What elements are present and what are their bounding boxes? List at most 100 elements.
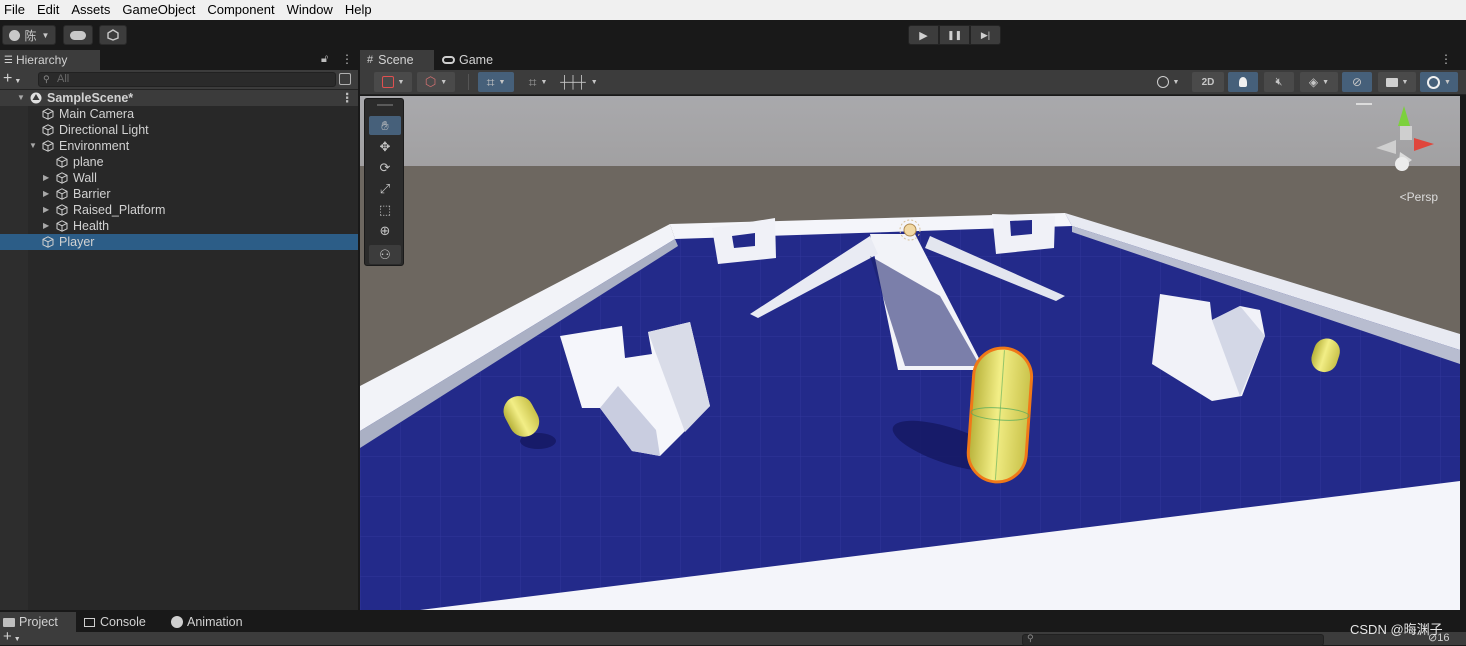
add-button[interactable]: + ▼: [3, 628, 21, 645]
tab-animation[interactable]: Animation: [171, 612, 261, 632]
gizmos-dropdown[interactable]: ▼: [1420, 72, 1458, 92]
hierarchy-item-label: Raised_Platform: [73, 203, 166, 217]
tool-palette: ✋︎ ✥ ⟳ ⤢ ⬚ ⊕ ⚇: [364, 98, 404, 266]
hierarchy-search-input[interactable]: ⚲ All: [38, 72, 336, 87]
scene-viewport[interactable]: <Persp ✋︎ ✥ ⟳ ⤢ ⬚ ⊕ ⚇: [360, 96, 1460, 610]
hierarchy-item[interactable]: ▼ Environment: [0, 138, 358, 154]
expand-right-icon[interactable]: ▶: [43, 218, 49, 234]
custom-tool[interactable]: ⚇: [369, 245, 401, 264]
pause-button[interactable]: ❚❚: [939, 25, 970, 45]
play-button[interactable]: ▶: [908, 25, 939, 45]
tab-scene[interactable]: # Scene: [360, 50, 434, 70]
tab-game[interactable]: Game: [442, 50, 502, 70]
step-button[interactable]: ▶|: [970, 25, 1001, 45]
chevron-down-icon: ▼: [397, 78, 405, 86]
persp-label[interactable]: <Persp: [1400, 190, 1438, 204]
cloud-button[interactable]: [63, 25, 93, 45]
scene-search-toggle-icon[interactable]: [339, 73, 351, 85]
camera-dropdown[interactable]: ▼: [1378, 72, 1416, 92]
hierarchy-item[interactable]: Player: [0, 234, 358, 250]
menu-item-window[interactable]: Window: [282, 0, 340, 20]
hierarchy-item[interactable]: ▶ Wall: [0, 170, 358, 186]
scene-visibility-toggle[interactable]: ⊘: [1342, 72, 1372, 92]
chevron-down-icon: ▼: [440, 78, 448, 86]
folder-icon: [3, 617, 15, 627]
chevron-down-icon: ▼: [540, 78, 548, 86]
hierarchy-item[interactable]: plane: [0, 154, 358, 170]
hierarchy-item-label: Wall: [73, 171, 97, 185]
hierarchy-toolbar: + ▼ ⚲ All: [0, 70, 358, 90]
hierarchy-item[interactable]: ▶ Health: [0, 218, 358, 234]
menu-item-assets[interactable]: Assets: [66, 0, 117, 20]
hierarchy-item-label: Barrier: [73, 187, 111, 201]
gameobject-cube-icon: [56, 172, 68, 184]
hierarchy-item-label: SampleScene*: [47, 91, 134, 105]
hand-tool[interactable]: ✋︎: [369, 116, 401, 135]
collab-button[interactable]: [99, 25, 127, 45]
gamepad-icon: [442, 56, 455, 64]
ruler-dropdown[interactable]: ┼┼┼ ▼: [560, 72, 598, 92]
kebab-menu-icon[interactable]: ⋮: [1440, 52, 1452, 66]
menu-item-gameobject[interactable]: GameObject: [117, 0, 202, 20]
grid-snap-toggle[interactable]: ⌗ ▼: [478, 72, 514, 92]
gameobject-cube-icon: [42, 236, 54, 248]
shading-dropdown[interactable]: ⬡ ▼: [417, 72, 455, 92]
add-label: +: [3, 70, 13, 87]
expand-down-icon[interactable]: ▼: [29, 138, 37, 154]
tab-hierarchy[interactable]: ☰ Hierarchy: [0, 50, 100, 70]
increment-snap-dropdown[interactable]: ⌗ ▼: [520, 72, 556, 92]
palette-handle-icon[interactable]: [377, 104, 393, 106]
kebab-menu-icon[interactable]: ⋮: [341, 52, 353, 66]
add-button[interactable]: + ▼: [3, 70, 21, 91]
animation-icon: [171, 616, 183, 628]
gameobject-cube-icon: [56, 188, 68, 200]
expand-right-icon[interactable]: ▶: [43, 186, 49, 202]
audio-toggle[interactable]: 🔇︎: [1264, 72, 1294, 92]
expand-down-icon[interactable]: ▼: [17, 90, 25, 106]
hierarchy-item[interactable]: Main Camera: [0, 106, 358, 122]
expand-right-icon[interactable]: ▶: [43, 170, 49, 186]
scene-row[interactable]: ▼ SampleScene* ⋮: [0, 90, 358, 106]
menu-item-file[interactable]: File: [0, 0, 32, 20]
tab-game-label: Game: [459, 53, 494, 67]
transform-tool[interactable]: ⊕: [369, 221, 401, 240]
search-placeholder: All: [57, 73, 70, 85]
gameobject-cube-icon: [42, 108, 54, 120]
rect-tool[interactable]: ⬚: [369, 200, 401, 219]
move-tool[interactable]: ✥: [369, 137, 401, 156]
menu-item-help[interactable]: Help: [340, 0, 379, 20]
hierarchy-item[interactable]: ▶ Raised_Platform: [0, 202, 358, 218]
chevron-down-icon: ▼: [41, 30, 50, 40]
draw-mode-dropdown[interactable]: ▼: [374, 72, 412, 92]
hierarchy-item-label: Environment: [59, 139, 130, 153]
lock-icon[interactable]: 🔓︎: [321, 53, 328, 66]
globe-icon: [1427, 75, 1441, 89]
effects-dropdown[interactable]: ◈ ▼: [1300, 72, 1338, 92]
rotate-tool[interactable]: ⟳: [369, 158, 401, 177]
menu-item-component[interactable]: Component: [202, 0, 281, 20]
scene-toolbar: ▼ ⬡ ▼ ⌗ ▼ ⌗ ▼ ┼┼┼ ▼ ▼ 2D 🔇︎ ◈ ▼ ⊘ ▼ ▼: [360, 70, 1466, 95]
scene-kebab-menu-icon[interactable]: ⋮: [341, 90, 354, 106]
hierarchy-item[interactable]: ▶ Barrier: [0, 186, 358, 202]
project-search-input[interactable]: ⚲: [1022, 633, 1324, 646]
account-button[interactable]: 陈 ▼: [2, 25, 56, 45]
hierarchy-item-label: Health: [73, 219, 110, 233]
toggle-2d-button[interactable]: 2D: [1192, 72, 1224, 92]
account-label: 陈: [24, 28, 37, 43]
gameobject-cube-icon: [42, 140, 54, 152]
custom-tool-icon: ⚇: [379, 246, 391, 262]
menu-item-edit[interactable]: Edit: [32, 0, 66, 20]
lighting-toggle[interactable]: [1228, 72, 1258, 92]
step-icon: ▶|: [980, 29, 991, 40]
hierarchy-panel: ☰ Hierarchy 🔓︎ ⋮ + ▼ ⚲ All ▼ SampleScene* ⋮…: [0, 50, 358, 610]
render-mode-dropdown[interactable]: ▼: [1150, 72, 1186, 92]
transform-icon: ⊕: [379, 222, 391, 238]
scale-tool[interactable]: ⤢: [369, 179, 401, 198]
list-icon: ☰: [4, 54, 13, 66]
tab-console[interactable]: Console: [84, 612, 164, 632]
chevron-down-icon: ▼: [13, 636, 21, 643]
hierarchy-item[interactable]: Directional Light: [0, 122, 358, 138]
chevron-down-icon: ▼: [590, 78, 598, 86]
expand-right-icon[interactable]: ▶: [43, 202, 49, 218]
pause-icon: ❚❚: [946, 29, 963, 40]
